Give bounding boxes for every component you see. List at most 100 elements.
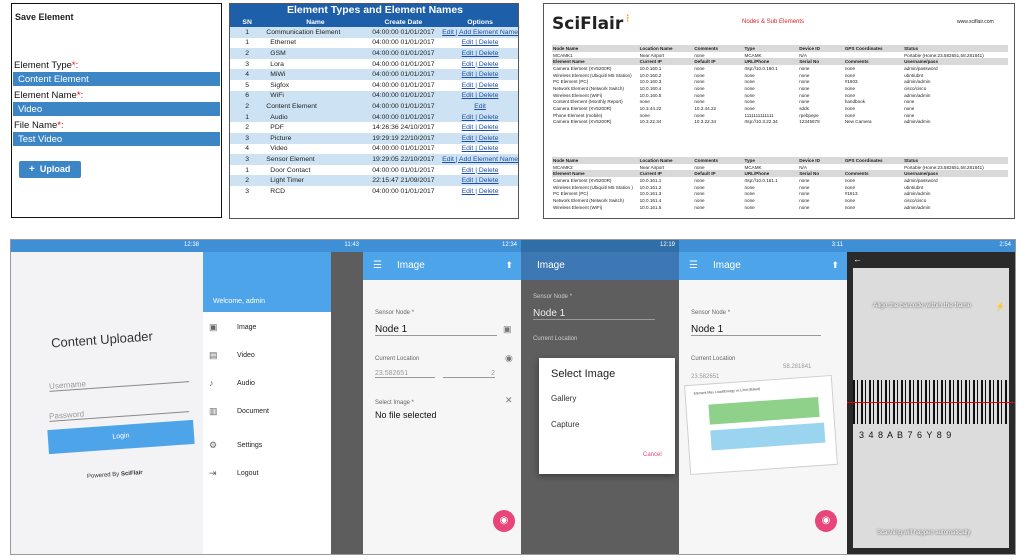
table-row: 1 Audio 04:00:00 01/01/2017 Edit | Delete: [230, 111, 518, 123]
sensor-node-field[interactable]: Node 1: [691, 324, 821, 336]
dialog-option-gallery[interactable]: Gallery: [551, 394, 576, 403]
options-links[interactable]: Edit | Delete: [462, 145, 499, 152]
menu-icon[interactable]: ☰: [373, 260, 382, 271]
options-links[interactable]: Edit | Delete: [462, 39, 499, 46]
scanner-footer: Scanning will happen automatically: [877, 530, 971, 536]
upload-icon[interactable]: ⬆: [505, 260, 513, 271]
cell-name: Communication Element: [264, 27, 367, 38]
report-cell: none: [694, 112, 705, 118]
login-button[interactable]: Login: [47, 419, 195, 455]
cell-options: Edit | Add Element Name: [440, 154, 518, 165]
drawer-item-document[interactable]: ▥ Document: [209, 406, 327, 422]
cell-name: Sensor Element: [264, 154, 367, 165]
report-cell: Node Name: [552, 157, 639, 164]
dialog-option-capture[interactable]: Capture: [551, 420, 579, 429]
report-cell: Location Name: [638, 45, 694, 52]
cell-sn[interactable]: 3: [230, 154, 265, 165]
options-links[interactable]: Edit | Delete: [462, 188, 499, 195]
flash-icon[interactable]: ⚡: [995, 302, 1005, 311]
cell-options: Edit | Delete: [440, 122, 518, 133]
drawer-scrim[interactable]: [331, 252, 363, 554]
drawer-item-video[interactable]: ▤ Video: [209, 350, 327, 366]
report-title: Nodes & Sub Elements: [742, 19, 805, 25]
element-row: Content Element (Monthly Report) none none…: [552, 99, 1008, 106]
element-name-select[interactable]: Video: [13, 102, 220, 116]
upload-icon[interactable]: ⬆: [831, 260, 839, 271]
options-links[interactable]: Edit: [474, 103, 486, 110]
report-cell: Type: [743, 157, 799, 164]
report-cell: Wireless Element (WiFi): [553, 92, 603, 98]
camera-fab-icon[interactable]: ◉: [493, 510, 515, 532]
col-options: Options: [440, 17, 518, 27]
report-cell: none: [799, 177, 810, 183]
element-row: Wireless Element (Ubiquiti M5 Station) 10…: [552, 72, 1008, 79]
options-links[interactable]: Edit | Delete: [462, 124, 499, 131]
upload-button[interactable]: + Upload: [19, 161, 81, 178]
cell-sn[interactable]: 2: [230, 101, 265, 112]
username-input[interactable]: Username: [48, 372, 190, 392]
options-links[interactable]: Edit | Delete: [462, 114, 499, 121]
phone-preview-screen: 3:11 ☰ Image ⬆ Sensor Node * Node 1 Curr…: [679, 240, 847, 554]
latitude-field[interactable]: 23.582651: [375, 370, 435, 378]
menu-icon[interactable]: ☰: [689, 260, 698, 271]
cell-name: MiWi: [264, 69, 367, 80]
location-pin-icon[interactable]: ◉: [505, 353, 513, 364]
back-arrow-icon[interactable]: ←: [853, 254, 862, 264]
element-type-select[interactable]: Content Element: [13, 72, 220, 86]
options-links[interactable]: Edit | Delete: [462, 71, 499, 78]
scan-icon[interactable]: ▣: [503, 324, 512, 335]
options-links[interactable]: Edit | Delete: [462, 177, 499, 184]
report-cell: none: [744, 197, 755, 203]
cell-create-date: 19:29:19 22/10/2017: [366, 132, 441, 144]
report-cell: none: [799, 184, 810, 190]
options-links[interactable]: Edit | Delete: [462, 61, 499, 68]
drawer-item-settings[interactable]: ⚙ Settings: [209, 440, 327, 456]
clear-icon[interactable]: ✕: [505, 395, 513, 406]
options-links[interactable]: Edit | Delete: [462, 82, 499, 89]
element-type-label: Element Type*:: [14, 60, 78, 71]
cell-create-date: 04:00:00 01/01/2017: [372, 60, 435, 68]
options-links[interactable]: Edit | Add Element Name: [442, 29, 518, 36]
cell-options: Edit | Delete: [440, 144, 518, 155]
drawer-item-logout[interactable]: ⇥ Logout: [209, 468, 327, 484]
file-name-input[interactable]: Test Video: [13, 132, 220, 146]
drawer-item-audio[interactable]: ♪ Audio: [209, 378, 327, 394]
camera-fab-icon[interactable]: ◉: [815, 510, 837, 532]
report-cell: Username/pass: [903, 170, 1008, 178]
longitude-field[interactable]: 58.281841: [783, 364, 811, 370]
table-row: 4 MiWi 04:00:00 01/01/2017 Edit | Delete: [230, 69, 518, 80]
element-row: Camera Element (XV5200R) 10.0.160.1 none rt…: [552, 65, 1008, 72]
longitude-field[interactable]: 2: [443, 370, 495, 378]
drawer-item-image[interactable]: ▣ Image: [209, 322, 327, 338]
image-icon: ▣: [209, 322, 218, 332]
cell-name: Video: [270, 145, 288, 153]
password-input[interactable]: Password: [48, 402, 190, 422]
status-time: 12:19: [659, 242, 675, 248]
cell-name: Audio: [264, 111, 367, 123]
table-row: 6 WiFi 04:00:00 01/01/2017 Edit | Delete: [230, 90, 518, 102]
options-links[interactable]: Edit | Delete: [462, 92, 499, 99]
report-cell: none: [744, 106, 755, 112]
dialog-cancel-button[interactable]: Cancel: [643, 452, 662, 458]
report-cell: 10.0.160.1: [639, 65, 662, 71]
sensor-node-field[interactable]: Node 1: [533, 308, 655, 320]
element-types-panel: Element Types and Element Names SN Name …: [229, 3, 519, 219]
report-cell: none: [844, 92, 856, 98]
phone-scanner-screen: 2:54 ← Align the barcode within the fram…: [847, 240, 1015, 554]
cell-create-date: 04:00:00 01/01/2017: [366, 111, 441, 123]
sensor-node-field[interactable]: Node 1: [375, 324, 497, 336]
latitude-field[interactable]: 23.582651: [691, 374, 719, 380]
report-cell: Serial No: [798, 170, 844, 178]
options-links[interactable]: Edit | Add Element Name: [442, 156, 518, 163]
options-links[interactable]: Edit | Delete: [462, 135, 499, 142]
report-cell: 10.0.160.5: [639, 92, 662, 98]
report-cell: none: [799, 204, 810, 210]
cell-sn[interactable]: 1: [230, 27, 265, 38]
cell-options: Edit | Delete: [440, 80, 518, 91]
cell-name: Sigfox: [270, 81, 290, 89]
options-links[interactable]: Edit | Delete: [462, 50, 499, 57]
element-header-row: Element Name Current IP Default IP URL/Phon…: [552, 170, 1008, 178]
scanner-hint: Align the barcode within the frame: [873, 302, 972, 309]
options-links[interactable]: Edit | Delete: [462, 167, 499, 174]
cell-sn: 1: [245, 166, 250, 174]
